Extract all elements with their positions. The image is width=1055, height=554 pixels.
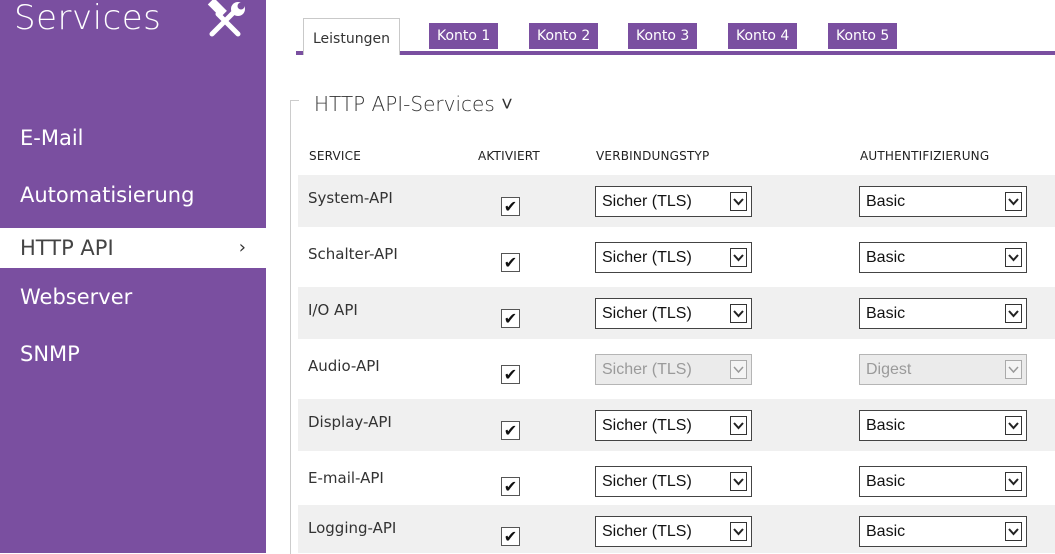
service-name: Schalter-API (308, 245, 398, 263)
auth-select: Digest (859, 354, 1027, 385)
chevron-down-icon (730, 360, 747, 379)
chevron-down-icon (730, 472, 747, 491)
sidebar-item-http-api[interactable]: HTTP API › (0, 228, 266, 268)
header-service: SERVICE (309, 149, 361, 163)
select-value: Basic (866, 305, 906, 322)
chevron-down-icon (1005, 192, 1022, 211)
sidebar-item-label: Automatisierung (20, 183, 195, 207)
tab-konto-4[interactable]: Konto 4 (728, 23, 798, 49)
sidebar-title: Services (14, 0, 162, 38)
enabled-checkbox[interactable]: ✔ (501, 527, 520, 546)
sidebar-item-automation[interactable]: Automatisierung (0, 171, 266, 223)
enabled-checkbox[interactable]: ✔ (501, 253, 520, 272)
tab-bar: Leistungen Konto 1 Konto 2 Konto 3 Konto… (296, 18, 1055, 55)
header-auth: AUTHENTIFIZIERUNG (860, 149, 990, 163)
table-row: E-mail-API ✔ Sicher (TLS) Basic (298, 455, 1055, 507)
auth-select[interactable]: Basic (859, 410, 1027, 441)
select-value: Sicher (TLS) (602, 249, 692, 266)
chevron-down-icon (1005, 416, 1022, 435)
tab-konto-1[interactable]: Konto 1 (429, 23, 499, 49)
auth-select[interactable]: Basic (859, 186, 1027, 217)
header-connection: VERBINDUNGSTYP (596, 149, 710, 163)
sidebar-item-label: E-Mail (20, 126, 84, 150)
sidebar-item-webserver[interactable]: Webserver (0, 273, 266, 325)
table-row: I/O API ✔ Sicher (TLS) Basic (298, 287, 1055, 339)
table-row: Logging-API ✔ Sicher (TLS) Basic (298, 505, 1055, 553)
select-value: Basic (866, 193, 906, 210)
auth-select[interactable]: Basic (859, 298, 1027, 329)
tools-icon (204, 0, 248, 40)
enabled-checkbox[interactable]: ✔ (501, 477, 520, 496)
table-row: Audio-API ✔ Sicher (TLS) Digest (298, 343, 1055, 395)
select-value: Sicher (TLS) (602, 417, 692, 434)
connection-type-select: Sicher (TLS) (595, 354, 752, 385)
chevron-down-icon (730, 416, 747, 435)
table-row: Display-API ✔ Sicher (TLS) Basic (298, 399, 1055, 451)
select-value: Sicher (TLS) (602, 193, 692, 210)
select-value: Sicher (TLS) (602, 305, 692, 322)
connection-type-select[interactable]: Sicher (TLS) (595, 516, 752, 547)
service-name: E-mail-API (308, 469, 384, 487)
select-value: Sicher (TLS) (602, 523, 692, 540)
sidebar: Services E-Mail Automatisierung HTTP API… (0, 0, 266, 553)
chevron-down-icon (730, 248, 747, 267)
tab-konto-5[interactable]: Konto 5 (828, 23, 898, 49)
sidebar-item-label: Webserver (20, 285, 133, 309)
sidebar-item-snmp[interactable]: SNMP (0, 330, 266, 382)
service-name: System-API (308, 189, 393, 207)
chevron-down-icon (730, 522, 747, 541)
select-value: Basic (866, 249, 906, 266)
header-enabled: AKTIVIERT (478, 149, 540, 163)
service-name: I/O API (308, 301, 358, 319)
chevron-down-icon (1005, 472, 1022, 491)
chevron-down-icon (1005, 522, 1022, 541)
select-value: Basic (866, 473, 906, 490)
connection-type-select[interactable]: Sicher (TLS) (595, 298, 752, 329)
chevron-right-icon: › (238, 237, 246, 258)
sidebar-nav: E-Mail Automatisierung HTTP API › Webser… (0, 114, 266, 387)
section-title[interactable]: HTTP API-Services ˅ (314, 92, 513, 117)
connection-type-select[interactable]: Sicher (TLS) (595, 410, 752, 441)
sidebar-item-label: SNMP (20, 342, 80, 366)
chevron-down-icon (730, 192, 747, 211)
tab-konto-3[interactable]: Konto 3 (628, 23, 698, 49)
chevron-down-icon (1005, 360, 1022, 379)
connection-type-select[interactable]: Sicher (TLS) (595, 242, 752, 273)
select-value: Basic (866, 417, 906, 434)
service-name: Audio-API (308, 357, 380, 375)
sidebar-item-label: HTTP API (20, 236, 114, 260)
chevron-down-icon (1005, 248, 1022, 267)
connection-type-select[interactable]: Sicher (TLS) (595, 466, 752, 497)
select-value: Digest (866, 361, 912, 378)
enabled-checkbox[interactable]: ✔ (501, 197, 520, 216)
service-name: Display-API (308, 413, 392, 431)
table-row: System-API ✔ Sicher (TLS) Basic (298, 175, 1055, 227)
auth-select[interactable]: Basic (859, 242, 1027, 273)
chevron-down-icon (730, 304, 747, 323)
enabled-checkbox[interactable]: ✔ (501, 309, 520, 328)
connection-type-select[interactable]: Sicher (TLS) (595, 186, 752, 217)
select-value: Basic (866, 523, 906, 540)
table-row: Schalter-API ✔ Sicher (TLS) Basic (298, 231, 1055, 283)
enabled-checkbox[interactable]: ✔ (501, 421, 520, 440)
select-value: Sicher (TLS) (602, 361, 692, 378)
tab-leistungen[interactable]: Leistungen (303, 18, 400, 55)
auth-select[interactable]: Basic (859, 466, 1027, 497)
sidebar-item-email[interactable]: E-Mail (0, 114, 266, 166)
tab-konto-2[interactable]: Konto 2 (529, 23, 599, 49)
select-value: Sicher (TLS) (602, 473, 692, 490)
enabled-checkbox[interactable]: ✔ (501, 365, 520, 384)
auth-select[interactable]: Basic (859, 516, 1027, 547)
chevron-down-icon (1005, 304, 1022, 323)
service-name: Logging-API (308, 519, 397, 537)
